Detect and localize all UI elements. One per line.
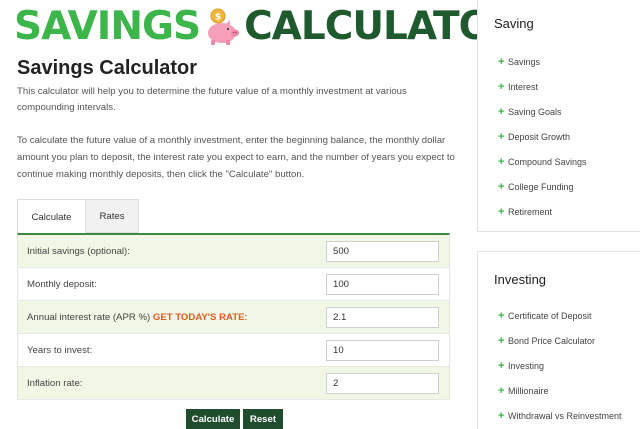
sidebar-item-certificate-of-deposit[interactable]: + Certificate of Deposit xyxy=(498,303,622,328)
initial-savings-input[interactable] xyxy=(326,240,439,262)
sidebar-item-label: Deposit Growth xyxy=(508,131,571,142)
plus-icon: + xyxy=(498,155,505,168)
plus-icon: + xyxy=(498,80,505,93)
sidebar-item-label: Interest xyxy=(508,81,539,92)
logo-word-savings: SAVINGS xyxy=(14,4,201,49)
get-todays-rate-link[interactable]: GET TODAY'S RATE xyxy=(153,312,245,323)
plus-icon: + xyxy=(498,55,505,68)
form-buttons: Calculate Reset xyxy=(186,409,283,429)
intro-text: This calculator will help you to determi… xyxy=(17,86,407,113)
sidebar-item-bond-price-calculator[interactable]: + Bond Price Calculator xyxy=(498,328,622,353)
interest-rate-label-suffix: : xyxy=(244,311,248,323)
plus-icon: + xyxy=(498,205,505,218)
page-title: Savings Calculator xyxy=(17,57,198,79)
plus-icon: + xyxy=(498,384,505,397)
plus-icon: + xyxy=(498,180,505,193)
sidebar-saving-title: Saving xyxy=(494,16,534,31)
sidebar-item-label: Certificate of Deposit xyxy=(508,310,592,321)
calculator-tabs: Calculate Rates xyxy=(17,199,139,234)
svg-text:$: $ xyxy=(215,13,221,23)
sidebar-item-deposit-growth[interactable]: + Deposit Growth xyxy=(498,124,587,149)
plus-icon: + xyxy=(498,309,505,322)
plus-icon: + xyxy=(498,105,505,118)
interest-rate-label: Annual interest rate (APR %) GET TODAY'S… xyxy=(18,312,247,323)
sidebar-item-interest[interactable]: + Interest xyxy=(498,74,587,99)
sidebar-item-savings[interactable]: + Savings xyxy=(498,49,587,74)
interest-rate-input[interactable] xyxy=(326,306,439,328)
sidebar-item-retirement[interactable]: + Retirement xyxy=(498,199,587,224)
sidebar-item-withdrawal-vs-reinvestment[interactable]: + Withdrawal vs Reinvestment xyxy=(498,403,622,428)
years-label: Years to invest: xyxy=(27,344,93,356)
years-input[interactable] xyxy=(326,339,439,361)
monthly-deposit-input[interactable] xyxy=(326,273,439,295)
sidebar-investing-list: + Certificate of Deposit + Bond Price Calc… xyxy=(498,303,622,428)
sidebar-item-saving-goals[interactable]: + Saving Goals xyxy=(498,99,587,124)
interest-rate-label-text: Annual interest rate (APR %) xyxy=(27,311,151,323)
inflation-input[interactable] xyxy=(326,372,439,394)
sidebar-item-label: Withdrawal vs Reinvestment xyxy=(508,410,622,421)
sidebar-item-compound-savings[interactable]: + Compound Savings xyxy=(498,149,587,174)
sidebar-item-label: Retirement xyxy=(508,206,553,217)
form-row-monthly-deposit: Monthly deposit: xyxy=(18,268,449,301)
form-row-interest-rate: Annual interest rate (APR %) GET TODAY'S… xyxy=(18,301,449,334)
reset-button[interactable]: Reset xyxy=(243,409,283,429)
tab-rates[interactable]: Rates xyxy=(86,199,139,233)
sidebar-item-label: Saving Goals xyxy=(508,106,562,117)
sidebar-item-label: Bond Price Calculator xyxy=(508,335,596,346)
sidebar-item-label: Investing xyxy=(508,360,545,371)
tab-calculate[interactable]: Calculate xyxy=(17,199,86,234)
sidebar-investing-box: Investing + Certificate of Deposit + Bond … xyxy=(477,251,640,429)
plus-icon: + xyxy=(498,359,505,372)
inflation-label: Inflation rate: xyxy=(27,377,83,389)
sidebar-item-college-funding[interactable]: + College Funding xyxy=(498,174,587,199)
form-row-years: Years to invest: xyxy=(18,334,449,367)
instructions-text: To calculate the future value of a month… xyxy=(17,135,455,180)
initial-savings-label: Initial savings (optional): xyxy=(27,245,130,257)
sidebar-saving-box: Saving + Savings + Interest + Saving Goals … xyxy=(477,0,640,232)
sidebar-item-label: Savings xyxy=(508,56,541,67)
form-row-inflation: Inflation rate: xyxy=(18,367,449,400)
sidebar-item-millionaire[interactable]: + Millionaire xyxy=(498,378,622,403)
calculate-button[interactable]: Calculate xyxy=(186,409,240,429)
plus-icon: + xyxy=(498,409,505,422)
plus-icon: + xyxy=(498,334,505,347)
sidebar-saving-list: + Savings + Interest + Saving Goals + Deposi… xyxy=(498,49,587,224)
sidebar-item-investing[interactable]: + Investing xyxy=(498,353,622,378)
plus-icon: + xyxy=(498,130,505,143)
sidebar-item-label: College Funding xyxy=(508,181,574,192)
form-row-initial-savings: Initial savings (optional): xyxy=(18,235,449,268)
sidebar-investing-title: Investing xyxy=(494,272,547,287)
site-logo[interactable]: SAVINGS $ CALCULATOR xyxy=(14,4,521,50)
piggy-bank-icon: $ xyxy=(208,8,240,45)
monthly-deposit-label: Monthly deposit: xyxy=(27,278,97,290)
calculator-form: Initial savings (optional): Monthly depo… xyxy=(17,233,450,400)
sidebar-item-label: Compound Savings xyxy=(508,156,587,167)
sidebar-item-label: Millionaire xyxy=(508,385,549,396)
